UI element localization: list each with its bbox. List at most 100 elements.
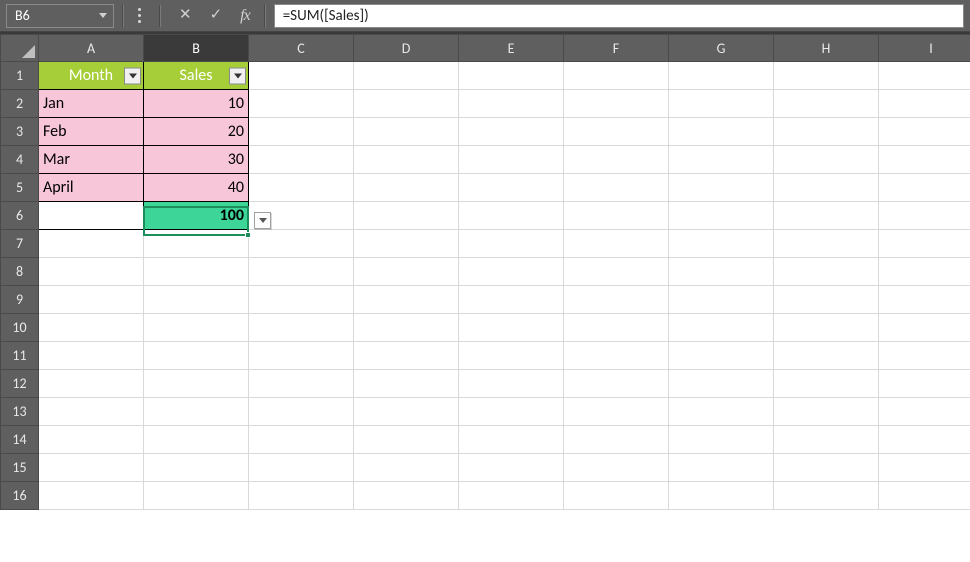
cell[interactable] — [774, 174, 879, 202]
cell[interactable] — [144, 398, 249, 426]
row-header[interactable]: 1 — [1, 62, 39, 90]
accept-icon[interactable]: ✓ — [210, 8, 223, 23]
filter-icon[interactable] — [229, 67, 246, 84]
row-header[interactable]: 16 — [1, 482, 39, 510]
cell[interactable] — [669, 174, 774, 202]
table-header-month[interactable]: Month — [39, 62, 144, 90]
cell[interactable] — [39, 426, 144, 454]
cell[interactable] — [564, 398, 669, 426]
cell[interactable]: April — [39, 174, 144, 202]
cell[interactable] — [354, 174, 459, 202]
cell[interactable] — [669, 90, 774, 118]
cell[interactable] — [564, 174, 669, 202]
select-all-corner[interactable] — [1, 35, 39, 62]
row-header[interactable]: 3 — [1, 118, 39, 146]
cell[interactable] — [144, 370, 249, 398]
grid[interactable]: A B C D E F G H I 1 Month — [0, 34, 970, 510]
cell[interactable] — [249, 230, 354, 258]
cell[interactable] — [774, 482, 879, 510]
cell[interactable] — [774, 230, 879, 258]
cell[interactable] — [564, 202, 669, 230]
row-header[interactable]: 5 — [1, 174, 39, 202]
table-header-sales[interactable]: Sales — [144, 62, 249, 90]
cell[interactable]: 20 — [144, 118, 249, 146]
cell[interactable] — [459, 286, 564, 314]
cell[interactable] — [354, 482, 459, 510]
cell-active[interactable]: 100 — [144, 202, 249, 230]
cell[interactable] — [774, 398, 879, 426]
cell[interactable] — [774, 314, 879, 342]
row-header[interactable]: 10 — [1, 314, 39, 342]
cell[interactable] — [249, 90, 354, 118]
cell[interactable] — [249, 118, 354, 146]
column-header[interactable]: I — [879, 35, 970, 62]
cell[interactable] — [249, 398, 354, 426]
cell[interactable] — [669, 342, 774, 370]
row-header[interactable]: 6 — [1, 202, 39, 230]
cell[interactable] — [564, 370, 669, 398]
cell[interactable]: Feb — [39, 118, 144, 146]
cell[interactable] — [354, 454, 459, 482]
cell[interactable] — [879, 202, 970, 230]
cell[interactable] — [669, 398, 774, 426]
cell[interactable] — [669, 258, 774, 286]
cell[interactable] — [564, 426, 669, 454]
cell[interactable] — [879, 286, 970, 314]
cell[interactable] — [249, 286, 354, 314]
cell[interactable] — [249, 342, 354, 370]
cell[interactable] — [879, 90, 970, 118]
cell[interactable] — [669, 454, 774, 482]
cell[interactable] — [459, 146, 564, 174]
cell[interactable] — [354, 118, 459, 146]
cell[interactable] — [564, 230, 669, 258]
cell[interactable] — [459, 230, 564, 258]
row-header[interactable]: 7 — [1, 230, 39, 258]
cell[interactable] — [459, 426, 564, 454]
row-header[interactable]: 8 — [1, 258, 39, 286]
cell[interactable] — [39, 342, 144, 370]
column-header[interactable]: C — [249, 35, 354, 62]
cell[interactable] — [774, 454, 879, 482]
cell[interactable] — [39, 454, 144, 482]
cell[interactable] — [564, 258, 669, 286]
cell[interactable] — [459, 62, 564, 90]
cell[interactable] — [144, 342, 249, 370]
cell[interactable] — [879, 146, 970, 174]
cell[interactable]: 10 — [144, 90, 249, 118]
cell[interactable] — [249, 454, 354, 482]
cell[interactable] — [459, 90, 564, 118]
cell[interactable] — [39, 482, 144, 510]
cell[interactable] — [144, 482, 249, 510]
cell[interactable] — [564, 342, 669, 370]
cell[interactable]: 40 — [144, 174, 249, 202]
cell[interactable] — [564, 482, 669, 510]
cell[interactable] — [249, 174, 354, 202]
cell[interactable] — [354, 314, 459, 342]
cell[interactable] — [879, 426, 970, 454]
row-header[interactable]: 9 — [1, 286, 39, 314]
cell[interactable] — [774, 146, 879, 174]
cell[interactable] — [39, 230, 144, 258]
row-header[interactable]: 14 — [1, 426, 39, 454]
fx-icon[interactable]: fx — [240, 8, 250, 24]
cell[interactable] — [39, 258, 144, 286]
cell[interactable] — [249, 370, 354, 398]
cell[interactable] — [669, 62, 774, 90]
cell[interactable] — [774, 202, 879, 230]
cell[interactable] — [774, 90, 879, 118]
cell[interactable] — [879, 370, 970, 398]
cell[interactable] — [669, 118, 774, 146]
more-icon[interactable] — [138, 8, 141, 23]
cell[interactable] — [459, 482, 564, 510]
cell[interactable] — [459, 258, 564, 286]
column-header[interactable]: F — [564, 35, 669, 62]
cell[interactable] — [249, 146, 354, 174]
cell[interactable] — [879, 398, 970, 426]
cell[interactable] — [249, 314, 354, 342]
cell[interactable] — [879, 258, 970, 286]
cell[interactable] — [144, 258, 249, 286]
cell[interactable] — [879, 118, 970, 146]
cell[interactable] — [774, 286, 879, 314]
column-header[interactable]: H — [774, 35, 879, 62]
cell[interactable] — [354, 146, 459, 174]
